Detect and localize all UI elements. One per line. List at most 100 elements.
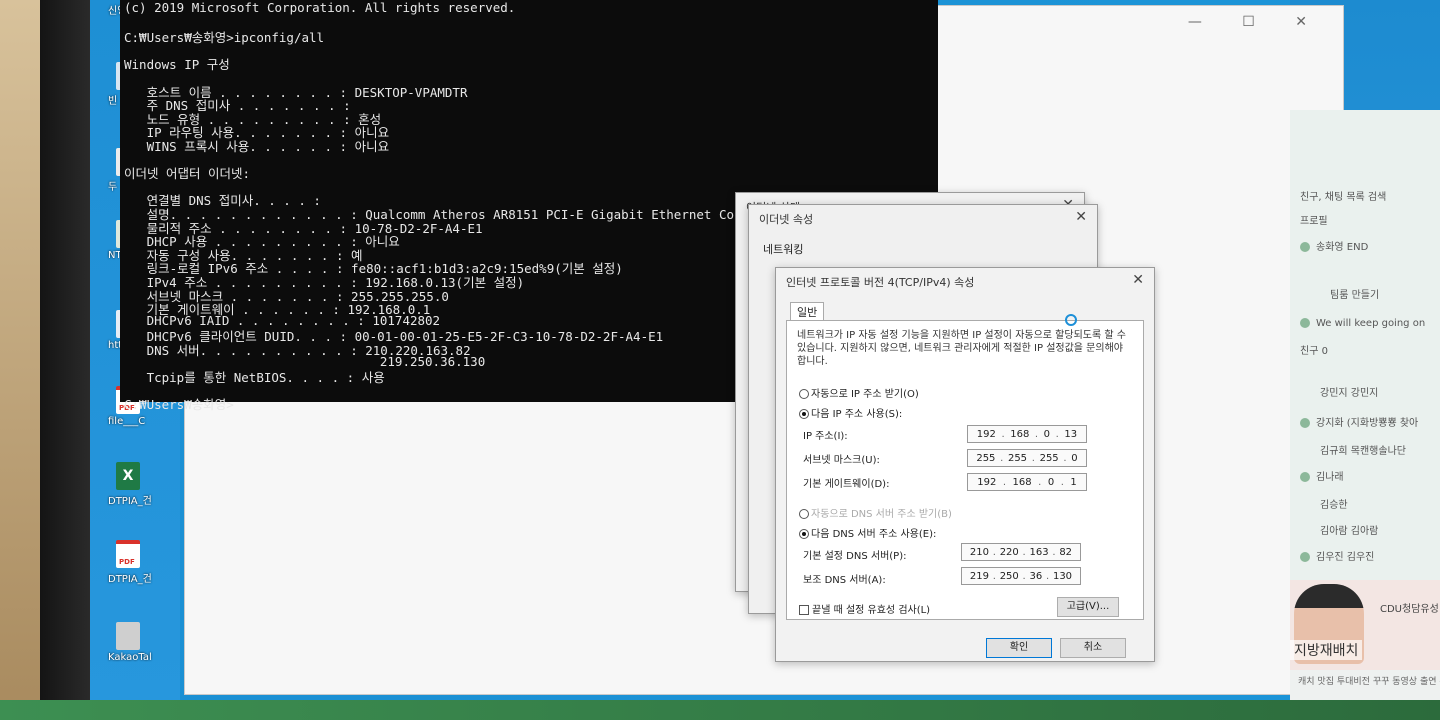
octet-separator: . (992, 570, 996, 582)
window-controls[interactable]: — ☐ ✕ (1188, 14, 1325, 30)
dialog-title: 인터넷 프로토콜 버전 4(TCP/IPv4) 속성 (786, 276, 975, 289)
octet-separator: . (1038, 476, 1042, 488)
octet-separator: . (992, 546, 996, 558)
console-line: Tcpip를 통한 NetBIOS. . . . : 사용 (124, 370, 385, 386)
radio-button-icon (799, 389, 809, 399)
octet: 13 (1064, 428, 1078, 440)
kakao-bottom-ticker: 캐치 맛집 투대비전 꾸꾸 동영상 출연 수 캐시워 쿠 (1290, 670, 1440, 700)
octet: 0 (1043, 428, 1051, 440)
desktop-icon-label: DTPIA_건 (108, 574, 152, 585)
console-line: C:₩Users₩송화영> (124, 397, 234, 413)
manual-dns-radio[interactable]: 다음 DNS 서버 주소 사용(E): (799, 525, 936, 540)
octet: 130 (1052, 570, 1073, 582)
avatar (1300, 318, 1310, 328)
octet: 192 (977, 476, 997, 488)
console-line: 이더넷 어댑터 이더넷: (124, 166, 251, 182)
validate-settings-checkbox[interactable]: 끝낼 때 설정 유효성 검사(L) (799, 601, 930, 616)
avatar (1300, 418, 1310, 428)
desktop-icon[interactable]: KakaoTal (108, 622, 168, 663)
ipv4-properties-dialog: 인터넷 프로토콜 버전 4(TCP/IPv4) 속성 ✕ 일반 네트워크가 IP… (775, 267, 1155, 662)
kakao-friend-row[interactable]: 강민지 강민지 (1320, 384, 1378, 399)
octet: 255 (976, 452, 996, 464)
kakao-section: 친구 0 (1300, 346, 1328, 357)
kakao-friend-row[interactable]: 김승한 (1320, 496, 1348, 511)
alternate-dns-field[interactable]: 219. 250. 36. 130 (961, 567, 1081, 585)
octet: 250 (999, 570, 1019, 582)
preferred-dns-field[interactable]: 210. 220. 163. 82 (961, 543, 1081, 561)
console-line: WINS 프록시 사용. . . . . . : 아니요 (124, 139, 390, 154)
radio-label: 다음 IP 주소 사용(S): (811, 409, 903, 420)
octet-separator: . (1031, 452, 1035, 464)
preferred-dns-label: 기본 설정 DNS 서버(P): (803, 551, 907, 562)
octet: 255 (1039, 452, 1059, 464)
kakao-search[interactable]: 친구, 채팅 목록 검색 (1300, 188, 1386, 203)
ad-title: CDU청담유성 (1380, 604, 1439, 615)
kakao-friend-row[interactable]: 김규희 목캔행솔나단 (1320, 442, 1406, 457)
octet-separator: . (1022, 546, 1026, 558)
octet: 0 (1047, 476, 1055, 488)
kakao-friend-row[interactable]: 김우진 김우진 (1300, 548, 1374, 563)
radio-label: 자동으로 DNS 서버 주소 받기(B) (811, 509, 952, 520)
kakao-section: 프로필 (1300, 216, 1328, 227)
ok-button[interactable]: 확인 (986, 638, 1052, 658)
manual-ip-radio[interactable]: 다음 IP 주소 사용(S): (799, 405, 902, 420)
auto-ip-radio[interactable]: 자동으로 IP 주소 받기(O) (799, 385, 919, 400)
desktop-icon-label: KakaoTal (108, 652, 152, 663)
desktop-icon[interactable]: X DTPIA_건 (108, 462, 168, 507)
radio-label: 자동으로 IP 주소 받기(O) (811, 389, 919, 400)
friend-status: We will keep going on (1316, 318, 1426, 329)
monitor-frame-left (0, 0, 40, 720)
kakao-friend-row[interactable]: We will keep going on (1300, 318, 1425, 329)
desktop-icon-label: file___C (108, 416, 146, 427)
create-team-room[interactable]: 팀룸 만들기 (1330, 286, 1379, 301)
radio-button-selected-icon (799, 529, 809, 539)
close-icon[interactable]: ✕ (1132, 272, 1144, 288)
default-gateway-label: 기본 게이트웨이(D): (803, 479, 890, 490)
description-text: 네트워크가 IP 자동 설정 기능을 지원하면 IP 설정이 자동으로 할당되도… (797, 330, 1126, 367)
desktop-icon-label: DTPIA_건 (108, 496, 152, 507)
octet: 36 (1029, 570, 1043, 582)
subnet-mask-field[interactable]: 255. 255. 255. 0 (967, 449, 1087, 467)
kakao-friend-row[interactable]: 송화영 END (1300, 238, 1368, 253)
checkbox-label: 끝낼 때 설정 유효성 검사(L) (812, 605, 931, 616)
desktop-icon[interactable]: DTPIA_건 (108, 540, 168, 585)
octet-separator: . (1002, 476, 1007, 488)
console-line: (c) 2019 Microsoft Corporation. All righ… (124, 0, 516, 15)
octet: 220 (999, 546, 1019, 558)
tab-general[interactable]: 일반 (790, 302, 825, 321)
kakao-friend-row[interactable]: 김나래 (1300, 468, 1344, 483)
kakaotalk-panel: 친구, 채팅 목록 검색 프로필 송화영 END 팀룸 만들기 We will … (1290, 110, 1440, 670)
radio-label: 다음 DNS 서버 주소 사용(E): (811, 529, 937, 540)
checkbox-icon (799, 605, 809, 615)
ip-address-field[interactable]: 192. 168. 0. 13 (967, 425, 1087, 443)
auto-dns-radio[interactable]: 자동으로 DNS 서버 주소 받기(B) (799, 505, 952, 520)
advanced-button[interactable]: 고급(V)... (1057, 597, 1119, 617)
kakao-friend-row[interactable]: 김아람 김아람 (1320, 522, 1378, 537)
avatar (1300, 552, 1310, 562)
monitor-bezel (40, 0, 90, 720)
cancel-button[interactable]: 취소 (1060, 638, 1126, 658)
octet: 1 (1070, 476, 1077, 488)
friend-name: 김나래 (1316, 472, 1344, 483)
friend-name: 송화영 END (1316, 242, 1369, 253)
friend-name: 강지화 (지화방뿅뿅 찾아 (1316, 418, 1419, 429)
octet-separator: . (1000, 452, 1004, 464)
excel-file-icon: X (116, 462, 140, 490)
dialog-title: 이더넷 속성 (759, 213, 814, 226)
octet-separator: . (1060, 476, 1064, 488)
octet-separator: . (1063, 452, 1067, 464)
avatar (1300, 472, 1310, 482)
advertisement-banner[interactable]: CDU청담유성 지방재배치 (1290, 580, 1440, 670)
octet: 168 (1010, 428, 1030, 440)
tab-networking[interactable]: 네트워킹 (763, 241, 803, 257)
octet-separator: . (1022, 570, 1026, 582)
kakao-friend-row[interactable]: 강지화 (지화방뿅뿅 찾아 (1300, 414, 1418, 429)
octet: 219 (969, 570, 989, 582)
desk-surface (0, 700, 1440, 720)
pdf-file-icon (116, 540, 140, 568)
alternate-dns-label: 보조 DNS 서버(A): (803, 575, 886, 586)
octet: 255 (1007, 452, 1028, 464)
octet: 163 (1029, 546, 1049, 558)
close-icon[interactable]: ✕ (1075, 209, 1087, 225)
default-gateway-field[interactable]: 192. 168. 0. 1 (967, 473, 1087, 491)
